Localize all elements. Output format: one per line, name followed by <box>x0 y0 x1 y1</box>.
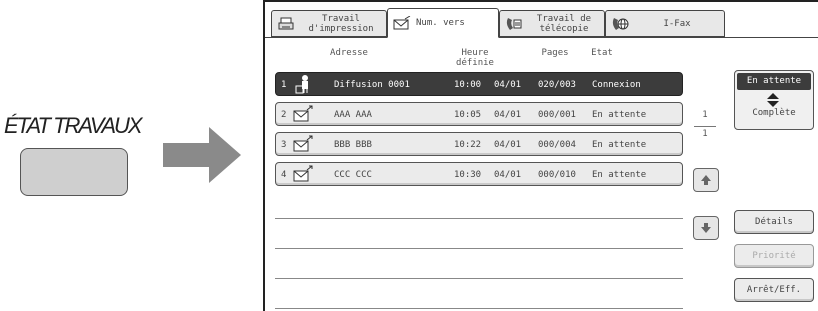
tab-scan-to[interactable]: Num. vers <box>387 8 499 38</box>
job-number: 3 <box>281 140 287 150</box>
job-row[interactable]: 2 AAA AAA 10:05 04/01 000/001 En attente <box>275 102 683 126</box>
job-pages: 020/003 <box>538 80 576 90</box>
job-date: 04/01 <box>494 140 522 150</box>
tab-label: Travail d'impression <box>308 13 374 34</box>
job-time: 10:22 <box>454 140 482 150</box>
queue-toggle-complete[interactable]: Complète <box>737 108 811 118</box>
job-pages: 000/010 <box>538 170 576 180</box>
etat-travaux-key-label: ÉTAT TRAVAUX <box>4 113 143 138</box>
page-divider <box>694 126 716 127</box>
empty-row-divider <box>275 218 683 219</box>
job-number: 2 <box>281 110 287 120</box>
job-address: AAA AAA <box>334 110 372 120</box>
email-icon <box>292 104 314 124</box>
job-row[interactable]: 3 BBB BBB 10:22 04/01 000/004 En attente <box>275 132 683 156</box>
job-date: 04/01 <box>494 80 522 90</box>
page-total: 1 <box>702 129 708 139</box>
job-status: En attente <box>592 140 647 150</box>
email-icon <box>292 134 314 154</box>
job-address: CCC CCC <box>334 170 372 180</box>
etat-travaux-key[interactable] <box>20 148 128 196</box>
tab-fax-job[interactable]: Travail de télécopie <box>499 10 605 37</box>
column-header-address: Adresse <box>330 48 368 58</box>
page-current: 1 <box>702 110 708 120</box>
job-time: 10:00 <box>454 80 482 90</box>
empty-row-divider <box>275 248 683 249</box>
queue-toggle-pending[interactable]: En attente <box>737 73 811 90</box>
priority-button[interactable]: Priorité <box>734 244 814 268</box>
job-status-panel: Travail d'impression Num. vers Travail d… <box>263 0 818 311</box>
job-date: 04/01 <box>494 170 522 180</box>
internet-fax-icon <box>610 14 630 34</box>
job-address: Diffusion 0001 <box>334 80 410 90</box>
tab-label: Travail de télécopie <box>536 13 592 34</box>
column-header-status: Etat <box>591 48 613 58</box>
tab-print-job[interactable]: Travail d'impression <box>271 10 387 37</box>
job-time: 10:30 <box>454 170 482 180</box>
job-pages: 000/004 <box>538 140 576 150</box>
job-pages: 000/001 <box>538 110 576 120</box>
tab-bar: Travail d'impression Num. vers Travail d… <box>265 2 818 40</box>
tab-i-fax[interactable]: I-Fax <box>605 10 725 37</box>
stop-delete-button[interactable]: Arrêt/Eff. <box>734 278 814 302</box>
job-time: 10:05 <box>454 110 482 120</box>
empty-row-divider <box>275 308 683 309</box>
scan-envelope-icon <box>392 13 412 33</box>
job-number: 1 <box>281 80 287 90</box>
tab-divider <box>265 37 818 38</box>
arrow-down-icon <box>701 223 711 233</box>
email-icon <box>292 164 314 184</box>
job-address: BBB BBB <box>334 140 372 150</box>
details-button[interactable]: Détails <box>734 210 814 234</box>
printer-icon <box>276 14 296 34</box>
column-header-time: Heure définie <box>456 48 494 68</box>
tab-label: Num. vers <box>416 18 465 28</box>
job-number: 4 <box>281 170 287 180</box>
scroll-down-button[interactable] <box>693 216 719 240</box>
scroll-up-button[interactable] <box>693 168 719 192</box>
toggle-arrows-icon <box>767 93 779 107</box>
column-header-pages: Pages <box>541 48 569 58</box>
broadcast-icon <box>292 74 314 94</box>
job-row[interactable]: 4 CCC CCC 10:30 04/01 000/010 En attente <box>275 162 683 186</box>
arrow-up-icon <box>701 175 711 185</box>
job-status: Connexion <box>592 80 641 90</box>
job-status: En attente <box>592 170 647 180</box>
job-status: En attente <box>592 110 647 120</box>
fax-icon <box>504 14 524 34</box>
tab-label: I-Fax <box>663 18 691 29</box>
job-row[interactable]: 1 Diffusion 0001 10:00 04/01 020/003 Con… <box>275 72 683 96</box>
queue-toggle[interactable]: En attente Complète <box>734 70 814 130</box>
empty-row-divider <box>275 278 683 279</box>
job-date: 04/01 <box>494 110 522 120</box>
right-arrow-icon <box>163 127 241 183</box>
